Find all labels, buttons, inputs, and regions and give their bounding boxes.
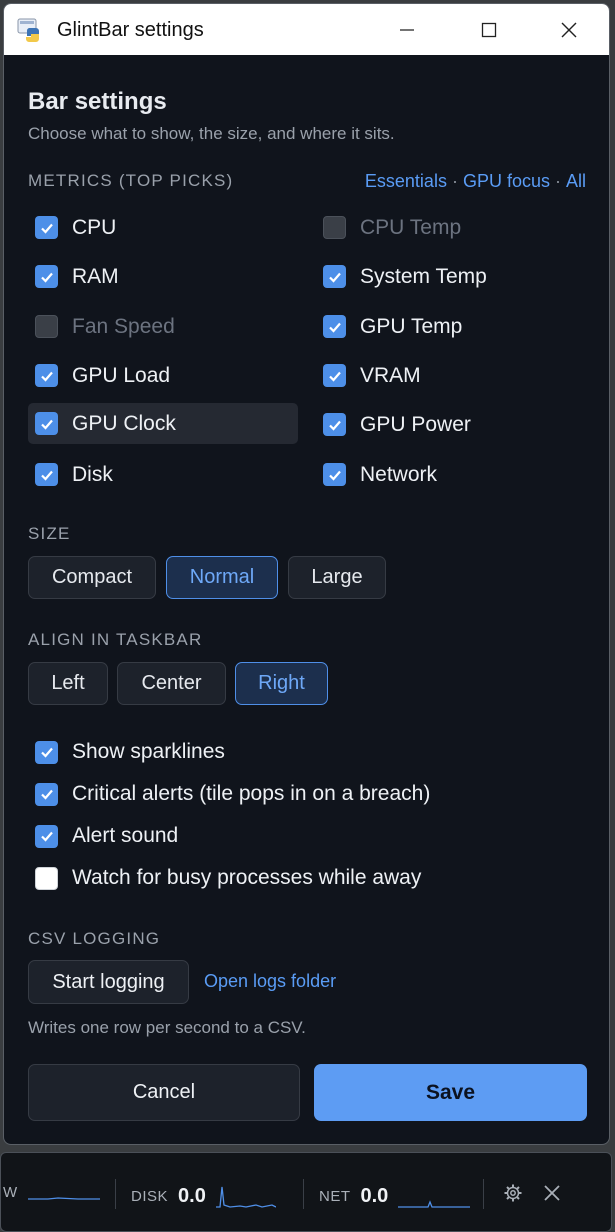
metrics-section-label: METRICS (TOP PICKS): [28, 171, 234, 190]
metric-gpu-temp[interactable]: GPU Temp: [316, 306, 586, 347]
cancel-button[interactable]: Cancel: [28, 1064, 300, 1121]
taskbar-disk-metric[interactable]: DISK 0.0: [131, 1183, 276, 1209]
metric-disk[interactable]: Disk: [28, 454, 298, 495]
checkbox-checked[interactable]: [323, 364, 346, 387]
preset-all-link[interactable]: All: [566, 171, 586, 191]
metric-cpu-temp: CPU Temp: [316, 207, 586, 248]
metric-label: CPU Temp: [360, 215, 462, 239]
close-icon: [561, 22, 577, 37]
size-section-label: SIZE: [28, 524, 71, 543]
title-bar[interactable]: GlintBar settings: [4, 4, 609, 55]
gear-icon[interactable]: [503, 1183, 523, 1203]
option-watch-busy-processes[interactable]: Watch for busy processes while away: [28, 860, 421, 896]
taskbar-divider: [483, 1179, 484, 1209]
page-subtitle: Choose what to show, the size, and where…: [28, 124, 395, 143]
preset-gpu-focus-link[interactable]: GPU focus: [463, 171, 550, 191]
checkbox-checked[interactable]: [35, 740, 58, 764]
metric-label: GPU Clock: [72, 411, 176, 435]
preset-separator: ·: [554, 171, 561, 191]
taskbar-disk-value: 0.0: [178, 1184, 206, 1207]
metric-gpu-load[interactable]: GPU Load: [28, 355, 298, 396]
checkbox-checked[interactable]: [323, 413, 346, 436]
align-section-label: ALIGN IN TASKBAR: [28, 630, 203, 649]
taskbar-partial-metric: W: [3, 1183, 100, 1201]
size-normal-button[interactable]: Normal: [166, 556, 278, 599]
taskbar-partial-label: W: [3, 1183, 18, 1201]
metric-gpu-clock[interactable]: GPU Clock: [28, 403, 298, 444]
metric-label: RAM: [72, 264, 119, 288]
taskbar-net-value: 0.0: [360, 1184, 389, 1207]
checkbox-checked[interactable]: [323, 463, 346, 486]
metric-fan-speed: Fan Speed: [28, 306, 298, 347]
sparkline-icon: [27, 1197, 100, 1200]
metric-label: VRAM: [360, 363, 421, 387]
start-logging-button[interactable]: Start logging: [28, 960, 189, 1004]
option-label: Alert sound: [72, 824, 179, 847]
checkbox-unchecked[interactable]: [35, 866, 58, 890]
taskbar-net-label: NET: [319, 1187, 351, 1205]
maximize-button[interactable]: [449, 4, 529, 55]
checkbox-checked[interactable]: [35, 265, 58, 288]
metric-ram[interactable]: RAM: [28, 256, 298, 297]
option-label: Show sparklines: [72, 740, 225, 763]
size-large-button[interactable]: Large: [288, 556, 386, 599]
checkbox-checked[interactable]: [35, 216, 58, 239]
option-alert-sound[interactable]: Alert sound: [28, 818, 178, 854]
metric-label: GPU Power: [360, 412, 471, 436]
taskbar-divider: [303, 1179, 304, 1209]
preset-separator: ·: [451, 171, 458, 191]
checkbox-checked[interactable]: [35, 463, 58, 486]
maximize-icon: [481, 22, 497, 37]
align-left-button[interactable]: Left: [28, 662, 108, 705]
save-button[interactable]: Save: [314, 1064, 587, 1121]
settings-content: Bar settings Choose what to show, the si…: [4, 55, 609, 1144]
taskbar-divider: [115, 1179, 116, 1209]
metric-network[interactable]: Network: [316, 454, 586, 495]
metric-gpu-power[interactable]: GPU Power: [316, 404, 586, 445]
align-center-button[interactable]: Center: [117, 662, 226, 705]
minimize-icon: [400, 28, 414, 31]
checkbox-checked[interactable]: [35, 412, 58, 435]
checkbox-checked[interactable]: [323, 265, 346, 288]
metric-label: GPU Load: [72, 363, 171, 387]
align-right-button[interactable]: Right: [235, 662, 328, 705]
metric-label: CPU: [72, 215, 117, 239]
metric-cpu[interactable]: CPU: [28, 207, 298, 248]
metric-label: Fan Speed: [72, 314, 175, 338]
settings-window: GlintBar settings Bar settings Choose wh…: [3, 3, 610, 1145]
size-compact-button[interactable]: Compact: [28, 556, 156, 599]
csv-note: Writes one row per second to a CSV.: [28, 1018, 306, 1037]
sparkline-icon: [398, 1200, 471, 1208]
metric-label: Disk: [72, 462, 113, 486]
metric-presets: Essentials · GPU focus · All: [365, 171, 586, 192]
taskbar-net-metric[interactable]: NET 0.0: [319, 1183, 471, 1209]
preset-essentials-link[interactable]: Essentials: [365, 171, 447, 191]
page-title: Bar settings: [28, 88, 167, 115]
checkbox-checked[interactable]: [323, 315, 346, 338]
option-critical-alerts[interactable]: Critical alerts (tile pops in on a breac…: [28, 776, 430, 812]
metric-label: Network: [360, 462, 438, 486]
python-icon: [17, 18, 39, 42]
close-icon[interactable]: [542, 1183, 562, 1203]
option-show-sparklines[interactable]: Show sparklines: [28, 734, 225, 770]
checkbox-disabled: [35, 315, 58, 338]
checkbox-checked[interactable]: [35, 782, 58, 806]
taskbar-disk-label: DISK: [131, 1187, 169, 1205]
metric-system-temp[interactable]: System Temp: [316, 256, 586, 297]
close-button[interactable]: [529, 4, 609, 55]
sparkline-icon: [215, 1186, 276, 1208]
metric-vram[interactable]: VRAM: [316, 355, 586, 396]
checkbox-disabled: [323, 216, 346, 239]
minimize-button[interactable]: [367, 4, 447, 55]
open-logs-folder-link[interactable]: Open logs folder: [204, 971, 336, 992]
csv-section-label: CSV LOGGING: [28, 929, 161, 948]
window-title: GlintBar settings: [57, 19, 204, 41]
checkbox-checked[interactable]: [35, 824, 58, 848]
metric-label: System Temp: [360, 264, 487, 288]
option-label: Critical alerts (tile pops in on a breac…: [72, 782, 431, 805]
checkbox-checked[interactable]: [35, 364, 58, 387]
glintbar-taskbar: W DISK 0.0 NET 0.0: [0, 1152, 612, 1232]
option-label: Watch for busy processes while away: [72, 866, 422, 889]
metric-label: GPU Temp: [360, 314, 463, 338]
